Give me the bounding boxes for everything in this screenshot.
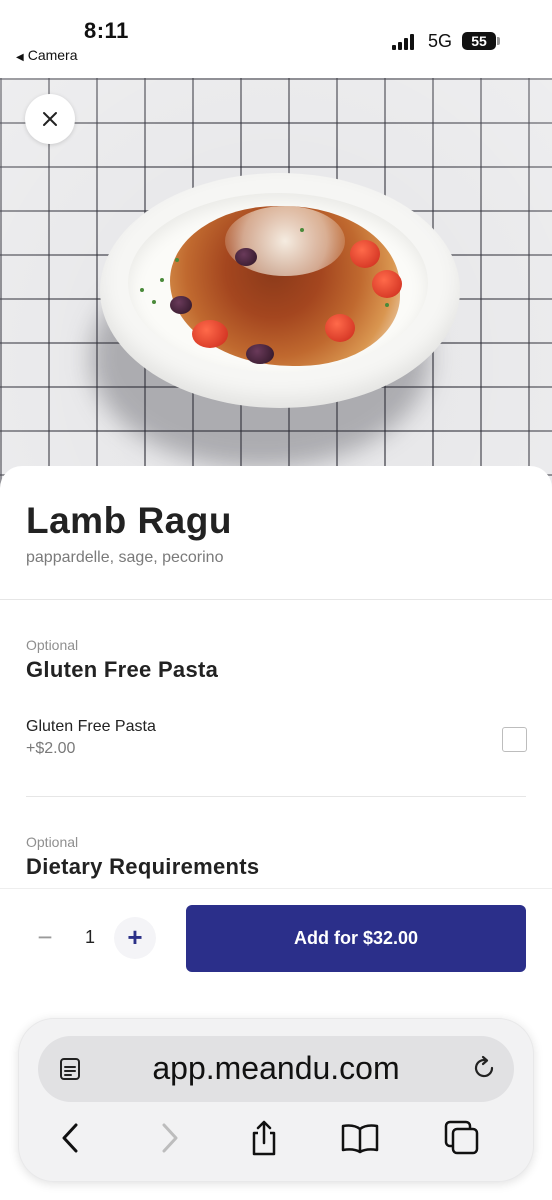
url-text[interactable]: app.meandu.com bbox=[108, 1050, 444, 1087]
share-icon bbox=[252, 1120, 276, 1156]
book-icon bbox=[341, 1124, 379, 1154]
tabs-button[interactable] bbox=[438, 1114, 486, 1162]
share-button[interactable] bbox=[240, 1114, 288, 1162]
divider bbox=[26, 796, 526, 797]
item-title: Lamb Ragu bbox=[26, 500, 232, 541]
bookmarks-button[interactable] bbox=[336, 1114, 384, 1162]
status-bar: 8:11 ◀ Camera 5G 55 bbox=[0, 0, 552, 78]
forward-button[interactable] bbox=[146, 1114, 194, 1162]
back-button[interactable] bbox=[46, 1114, 94, 1162]
back-app-label: Camera bbox=[27, 47, 78, 63]
browser-nav-row bbox=[18, 1114, 534, 1162]
status-time: 8:11 bbox=[84, 18, 129, 43]
hero-shade bbox=[0, 78, 552, 488]
browser-toolbar-area: app.meandu.com bbox=[0, 1000, 552, 1200]
choice-price: +$2.00 bbox=[26, 740, 76, 757]
quantity-plus-button[interactable]: + bbox=[114, 917, 156, 959]
order-footer: − 1 + Add for $32.00 bbox=[0, 888, 552, 1000]
item-description: pappardelle, sage, pecorino bbox=[26, 549, 224, 566]
gluten-free-checkbox[interactable] bbox=[502, 727, 527, 752]
close-button[interactable] bbox=[25, 94, 75, 144]
item-sheet: Lamb Ragu pappardelle, sage, pecorino Op… bbox=[0, 466, 552, 888]
choice-name: Gluten Free Pasta bbox=[26, 718, 156, 735]
add-to-order-button[interactable]: Add for $32.00 bbox=[186, 905, 526, 972]
back-to-app-link[interactable]: ◀ Camera bbox=[16, 47, 78, 63]
tabs-icon bbox=[444, 1120, 479, 1155]
close-icon bbox=[43, 112, 57, 126]
optional-label: Optional bbox=[26, 834, 79, 850]
browser-toolbar: app.meandu.com bbox=[18, 1018, 534, 1182]
quantity-minus-button[interactable]: − bbox=[32, 919, 58, 955]
network-type: 5G bbox=[428, 31, 453, 51]
quantity-value: 1 bbox=[84, 927, 95, 947]
chevron-left-icon bbox=[62, 1123, 78, 1153]
divider bbox=[0, 599, 552, 600]
reader-icon[interactable] bbox=[58, 1056, 84, 1082]
address-bar[interactable]: app.meandu.com bbox=[38, 1036, 514, 1102]
battery-icon: 55 bbox=[462, 32, 496, 50]
modifier-group-title: Gluten Free Pasta bbox=[26, 657, 219, 682]
signal-icon bbox=[392, 34, 418, 50]
dish-photo bbox=[0, 78, 552, 488]
modifier-group-title: Dietary Requirements bbox=[26, 854, 260, 879]
chevron-right-icon bbox=[162, 1123, 178, 1153]
optional-label: Optional bbox=[26, 637, 79, 653]
back-triangle-icon: ◀ bbox=[16, 52, 24, 63]
battery-tip bbox=[497, 37, 500, 45]
reload-icon[interactable] bbox=[470, 1054, 498, 1082]
